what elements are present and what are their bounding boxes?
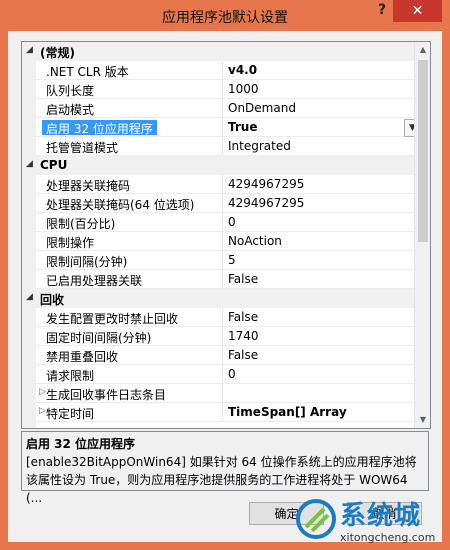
column-divider [222, 194, 223, 213]
watermark-logo-icon [296, 499, 336, 539]
vertical-scrollbar[interactable]: ▲ ▼ [414, 42, 430, 428]
category-label: CPU [40, 158, 68, 172]
property-name: 发生配置更改时禁止回收 [46, 312, 179, 326]
property-name: 托管管道模式 [46, 141, 119, 155]
column-divider [222, 232, 223, 251]
property-value[interactable]: 5 [228, 253, 236, 267]
property-value[interactable]: v4.0 [228, 63, 257, 77]
property-name: 限制(百分比) [46, 217, 116, 231]
collapse-arrow-icon[interactable]: ◢ [26, 159, 33, 169]
expand-arrow-icon[interactable]: ▷ [39, 387, 46, 397]
description-panel: 启用 32 位应用程序 [enable32BitAppOnWin64] 如果针对… [21, 431, 429, 505]
scroll-thumb[interactable] [418, 60, 428, 242]
property-value[interactable]: False [228, 272, 258, 286]
property-value[interactable]: True [228, 120, 257, 134]
description-title: 启用 32 位应用程序 [26, 437, 136, 451]
property-row[interactable]: 启动模式 OnDemand [22, 99, 414, 118]
column-divider [222, 251, 223, 270]
property-name: .NET CLR 版本 [46, 65, 129, 79]
category-label: 回收 [40, 293, 65, 307]
column-divider [222, 99, 223, 118]
column-divider [222, 327, 223, 346]
property-value[interactable]: OnDemand [228, 101, 296, 115]
property-name: 生成回收事件日志条目 [46, 388, 167, 402]
property-row[interactable]: 队列长度 1000 [22, 80, 414, 99]
property-list: ◢ (常规) .NET CLR 版本 v4.0 队列长度 1000 启动模式 OnDemand… [22, 42, 421, 428]
property-name: 禁用重叠回收 [46, 350, 119, 364]
column-divider [222, 137, 223, 156]
property-value[interactable]: 4294967295 [228, 196, 304, 210]
property-value[interactable]: False [228, 310, 258, 324]
row-divider [36, 421, 414, 422]
property-value[interactable]: 0 [228, 215, 236, 229]
property-value[interactable]: False [228, 348, 258, 362]
dialog-window: 应用程序池默认设置 ? ✕ ◢ (常规) .NET CLR 版本 v4.0 队列长度 10… [0, 0, 450, 550]
property-name: 请求限制 [46, 369, 95, 383]
property-value[interactable]: NoAction [228, 234, 282, 248]
property-row[interactable]: 处理器关联掩码 4294967295 [22, 175, 414, 194]
close-button[interactable]: ✕ [393, 0, 442, 22]
property-name: 启用 32 位应用程序 [42, 120, 157, 136]
column-divider [222, 175, 223, 194]
property-value[interactable]: 0 [228, 367, 236, 381]
property-name: 特定时间 [46, 407, 95, 421]
property-name: 处理器关联掩码 [46, 179, 131, 193]
column-divider [222, 365, 223, 384]
property-row[interactable]: 限制间隔(分钟) 5 [22, 251, 414, 270]
category-row[interactable]: ◢ CPU [22, 156, 414, 175]
watermark-url: xitongcheng.com [340, 531, 436, 544]
watermark-text: 系统城 [340, 501, 422, 531]
property-value[interactable]: Integrated [228, 139, 291, 153]
property-name: 限制操作 [46, 236, 95, 250]
column-divider [222, 213, 223, 232]
property-name: 固定时间间隔(分钟) [46, 331, 152, 345]
collapse-arrow-icon[interactable]: ◢ [26, 292, 33, 302]
column-divider [222, 403, 223, 422]
column-divider [222, 384, 223, 403]
column-divider [222, 118, 223, 137]
column-divider [222, 80, 223, 99]
category-row[interactable]: ◢ 回收 [22, 289, 414, 308]
property-row[interactable]: 请求限制 0 [22, 365, 414, 384]
title-bar: 应用程序池默认设置 ? ✕ [0, 0, 450, 30]
property-row[interactable]: 限制(百分比) 0 [22, 213, 414, 232]
site-watermark: 系统城 xitongcheng.com [292, 495, 442, 550]
property-value[interactable]: TimeSpan[] Array [228, 405, 347, 419]
property-row[interactable]: .NET CLR 版本 v4.0 [22, 61, 414, 80]
help-button[interactable]: ? [372, 2, 392, 22]
property-name: 处理器关联掩码(64 位选项) [46, 198, 195, 212]
expand-arrow-icon[interactable]: ▷ [39, 406, 46, 416]
column-divider [222, 308, 223, 327]
property-row[interactable]: 托管管道模式 Integrated [22, 137, 414, 156]
property-row[interactable]: 禁用重叠回收 False [22, 346, 414, 365]
property-row[interactable]: 处理器关联掩码(64 位选项) 4294967295 [22, 194, 414, 213]
column-divider [222, 346, 223, 365]
property-row[interactable]: 固定时间间隔(分钟) 1740 [22, 327, 414, 346]
property-value[interactable]: 1000 [228, 82, 259, 96]
category-label: (常规) [40, 46, 75, 60]
property-name: 启动模式 [46, 103, 95, 117]
property-value[interactable]: 1740 [228, 329, 259, 343]
category-row[interactable]: ◢ (常规) [22, 42, 414, 61]
property-name: 限制间隔(分钟) [46, 255, 128, 269]
property-row[interactable]: 已启用处理器关联 False [22, 270, 414, 289]
property-row[interactable]: 限制操作 NoAction [22, 232, 414, 251]
property-name: 已启用处理器关联 [46, 274, 143, 288]
scroll-up-icon[interactable]: ▲ [415, 42, 430, 58]
property-row[interactable]: ▷ 生成回收事件日志条目 [22, 384, 414, 403]
property-row[interactable]: 发生配置更改时禁止回收 False [22, 308, 414, 327]
column-divider [222, 61, 223, 80]
scroll-down-icon[interactable]: ▼ [415, 412, 430, 428]
dialog-body: ◢ (常规) .NET CLR 版本 v4.0 队列长度 1000 启动模式 OnDemand… [8, 31, 442, 542]
property-row[interactable]: ▷ 特定时间 TimeSpan[] Array [22, 403, 414, 422]
property-name: 队列长度 [46, 84, 95, 98]
column-divider [222, 270, 223, 289]
collapse-arrow-icon[interactable]: ◢ [26, 45, 33, 55]
property-row[interactable]: 启用 32 位应用程序 True ▼ [22, 118, 421, 137]
property-value[interactable]: 4294967295 [228, 177, 304, 191]
property-grid: ◢ (常规) .NET CLR 版本 v4.0 队列长度 1000 启动模式 OnDemand… [21, 41, 431, 429]
